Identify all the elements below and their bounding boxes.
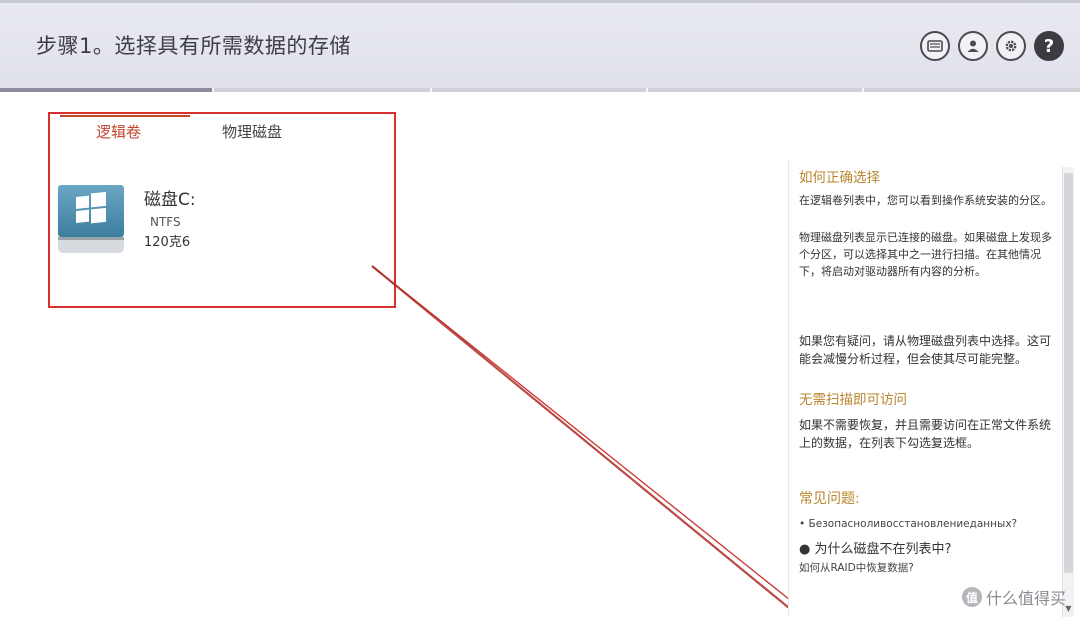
help-heading-how-to-choose: 如何正确选择 <box>799 170 880 186</box>
help-panel-scrollbar[interactable]: ▼ <box>1062 167 1074 617</box>
watermark: 值 什么值得买 <box>961 585 1066 609</box>
scrollbar-thumb[interactable] <box>1064 173 1073 573</box>
help-paragraph: 在逻辑卷列表中，您可以看到操作系统安装的分区。 <box>799 194 1052 207</box>
help-paragraph: 如果您有疑问，请从物理磁盘列表中选择。这可能会减慢分析过程，但会使其尽可能完整。 <box>799 334 1052 366</box>
page-title: 步骤1。选择具有所需数据的存储 <box>36 34 351 58</box>
drive-icon[interactable] <box>920 31 950 61</box>
help-icon[interactable]: ? <box>1034 31 1064 61</box>
help-heading-no-scan-access: 无需扫描即可访问 <box>799 392 907 408</box>
app-header: 步骤1。选择具有所需数据的存储 ? <box>0 0 1080 88</box>
help-paragraph: 如果不需要恢复，并且需要访问在正常文件系统上的数据，在列表下勾选复选框。 <box>799 418 1052 450</box>
watermark-logo-icon: 值 <box>961 587 982 607</box>
faq-link[interactable]: • Безопасноливосстановлениеданных? <box>799 518 1052 530</box>
annotation-highlight-box <box>48 112 396 308</box>
step-divider <box>862 88 864 92</box>
header-toolbar: ? <box>920 31 1064 61</box>
step-progress-fill <box>0 88 212 92</box>
gear-icon[interactable] <box>996 31 1026 61</box>
faq-link[interactable]: 如何从RAID中恢复数据? <box>799 560 1052 575</box>
step-progress-bar <box>0 88 1080 92</box>
help-panel: 如何正确选择 在逻辑卷列表中，您可以看到操作系统安装的分区。 物理磁盘列表显示已… <box>788 160 1062 617</box>
faq-link[interactable]: ● 为什么磁盘不在列表中? <box>799 538 1052 557</box>
help-paragraph: 物理磁盘列表显示已连接的磁盘。如果磁盘上发现多个分区，可以选择其中之一进行扫描。… <box>799 231 1052 278</box>
help-heading-faq: 常见问题: <box>799 491 860 507</box>
step-divider <box>646 88 648 92</box>
user-icon[interactable] <box>958 31 988 61</box>
watermark-text: 什么值得买 <box>985 589 1066 608</box>
step-divider <box>430 88 432 92</box>
step-divider <box>212 88 214 92</box>
